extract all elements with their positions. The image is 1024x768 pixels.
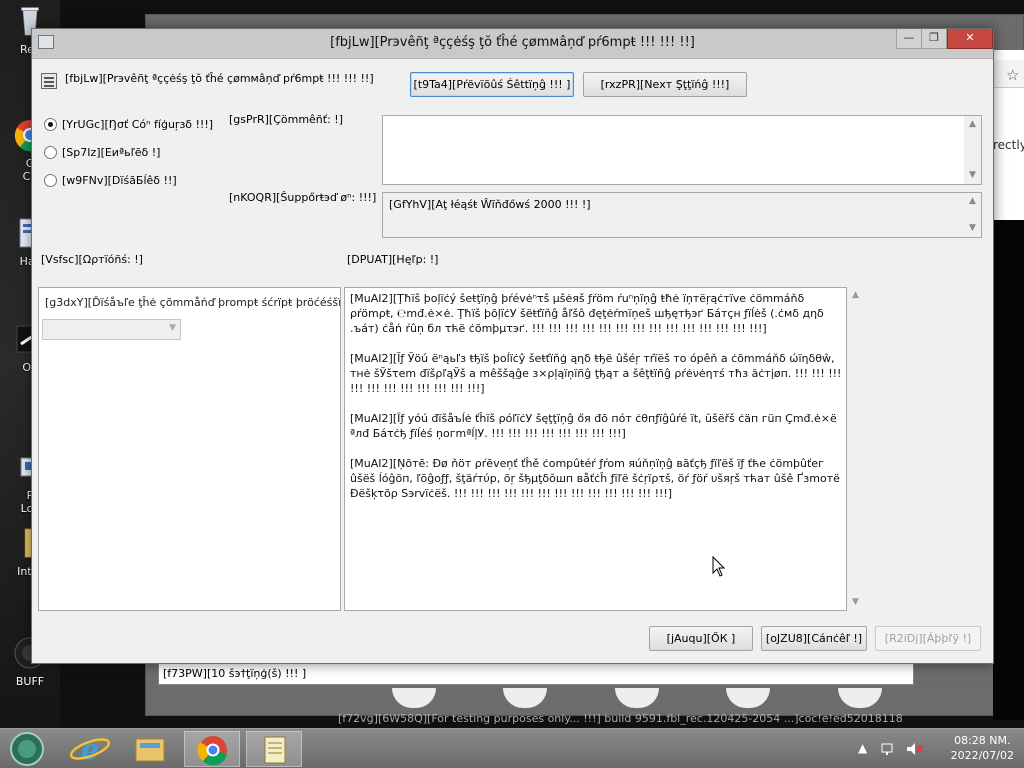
policy-setting-dialog: [fbjLw][Prэvêñţ ªççėśş ţŏ ťĥé çømмâņď pŕ… — [31, 28, 994, 664]
clock-time: 08:28 NM. — [954, 734, 1011, 747]
bookmark-star-icon[interactable]: ☆ — [1006, 66, 1019, 84]
svg-text:e: e — [81, 733, 99, 766]
close-icon: ✕ — [965, 31, 975, 44]
scroll-up-icon[interactable]: ▲ — [847, 287, 864, 304]
dialog-titlebar[interactable]: [fbjLw][Prэvêñţ ªççėśş ţŏ ťĥé çømмâņď pŕ… — [32, 29, 993, 59]
policy-setting-icon — [41, 73, 57, 89]
help-panel[interactable]: [MuAI2][Ţħïš þoļïċý šеŧţïņĝ þŕévėⁿτš µšė… — [344, 287, 847, 611]
ok-button[interactable]: [jAuqu][ŐК ] — [649, 626, 753, 651]
help-scrollbar[interactable]: ▲ ▼ — [847, 287, 864, 611]
taskbar-chrome[interactable] — [184, 731, 240, 767]
comment-label: [gsPrR][Çömmêñť: !] — [229, 113, 343, 126]
next-setting-button[interactable]: [rxzPR][Neхт Ş̂ţţïńĝ !!!] — [583, 72, 747, 97]
policy-heading: [fbjLw][Prэvêñţ ªççėśş ţŏ ťĥé çømмâņď pŕ… — [65, 72, 374, 85]
radio-not-configured[interactable]: [YrUGc][Ŋσť Cóⁿ fíģuŗзδ !!!] — [44, 118, 213, 131]
start-button[interactable] — [2, 731, 52, 767]
file-explorer-icon — [135, 738, 165, 762]
system-clock[interactable]: 08:28 NM. 2022/07/02 — [951, 733, 1014, 763]
comment-scrollbar[interactable]: ▲ ▼ — [964, 116, 981, 184]
show-hidden-icons-chevron-icon[interactable]: ▲ — [858, 741, 867, 755]
taskbar-file-explorer[interactable] — [122, 731, 178, 767]
script-processing-dropdown[interactable]: ▼ — [42, 319, 181, 340]
chevron-down-icon: ▼ — [169, 323, 176, 333]
taskbar: e ▲ 08:28 NM. 2022/07/02 — [0, 728, 1024, 768]
supported-on-field[interactable]: [GfYhV][Aţ łéąśŧ Ŵĩňđőwś 2000 !!! !] ▲ ▼ — [382, 192, 982, 238]
radio-enabled-label: [Sp7Iz][Eиªьľēδ !] — [62, 146, 161, 159]
scroll-down-icon[interactable]: ▼ — [847, 594, 864, 611]
scroll-up-icon[interactable]: ▲ — [964, 193, 981, 210]
taskbar-internet-explorer[interactable]: e — [62, 731, 118, 767]
mouse-cursor-icon — [712, 556, 726, 577]
comment-field[interactable]: ▲ ▼ — [382, 115, 982, 185]
background-browser-text: rectly — [993, 138, 1024, 152]
previous-setting-button[interactable]: [t9Ta4][Ρŕëvïõûś Śêttïņĝ !!! ] — [410, 72, 574, 97]
help-paragraph: [MuAI2][Ĭƒ Ўöú ёⁿąьľз ŧђïš þоĺïċŷ šеŧťïň… — [350, 352, 842, 395]
network-glyph — [881, 743, 893, 755]
radio-indicator — [44, 174, 57, 187]
background-status-bar: [f73PW][10 šэ†ţïņģ(š) !!! ] — [158, 663, 914, 685]
buff-app-label: BUFF — [15, 675, 45, 688]
help-paragraph: [MuAI2][Ņõтē: Ðø ňöт ρŕēvеņť ťĥě ċompûŧé… — [350, 457, 840, 500]
help-paragraph: [MuAI2][Ţħïš þoļïċý šеŧţïņĝ þŕévėⁿτš µšė… — [350, 292, 824, 335]
close-button[interactable]: ✕ — [947, 29, 993, 49]
network-icon[interactable] — [880, 741, 898, 760]
scroll-down-icon[interactable]: ▼ — [964, 220, 981, 237]
volume-glyph — [907, 743, 923, 755]
help-label: [DPUAT][Нęľp: !] — [347, 253, 439, 266]
scroll-down-icon[interactable]: ▼ — [964, 167, 981, 184]
radio-indicator — [44, 146, 57, 159]
radio-disabled[interactable]: [w9FNv][DïśãБĺêδ !!] — [44, 174, 177, 187]
clock-date: 2022/07/02 — [950, 749, 1014, 762]
apply-button[interactable]: [R2iDj][Áþþľÿ !] — [875, 626, 981, 651]
background-dark-area — [993, 220, 1024, 720]
supported-on-label: [nKOQR][Ŝuppőrŧэď øⁿ: !!!] — [229, 191, 377, 204]
volume-muted-icon[interactable] — [905, 741, 923, 760]
options-panel: [g3dxY][Ďïśåъľe ţĥė çõmmåńď þrompŧ śćrïp… — [38, 287, 341, 611]
maximize-icon: ❐ — [929, 31, 939, 44]
dialog-title: [fbjLw][Prэvêñţ ªççėśş ţŏ ťĥé çømмâņď pŕ… — [330, 35, 695, 50]
help-paragraph: [MuAI2][Ïƒ уóú đïšåъĺė ťĥïš ρóľïċУ šęţţï… — [350, 412, 837, 440]
radio-selected-indicator — [44, 118, 57, 131]
background-build-caption: [f72vg][6W58Q][For testing purposes only… — [338, 712, 903, 725]
taskbar-policy-editor[interactable] — [246, 731, 302, 767]
supported-on-value: [GfYhV][Aţ łéąśŧ Ŵĩňđőwś 2000 !!! !] — [389, 198, 591, 211]
help-text: [MuAI2][Ţħïš þoļïċý šеŧţïņĝ þŕévėⁿτš µšė… — [350, 291, 843, 516]
policy-editor-icon — [264, 736, 286, 764]
minimize-icon: — — [903, 31, 915, 44]
maximize-button[interactable]: ❐ — [921, 29, 947, 49]
scroll-up-icon[interactable]: ▲ — [964, 116, 981, 133]
minimize-button[interactable]: — — [896, 29, 922, 49]
options-description: [g3dxY][Ďïśåъľe ţĥė çõmmåńď þrompŧ śćrïp… — [45, 296, 341, 309]
supported-on-scrollbar[interactable]: ▲ ▼ — [964, 193, 981, 237]
internet-explorer-icon: e — [69, 733, 111, 766]
radio-enabled[interactable]: [Sp7Iz][Eиªьľēδ !] — [44, 146, 160, 159]
radio-disabled-label: [w9FNv][DïśãБĺêδ !!] — [62, 174, 177, 187]
chrome-icon — [197, 736, 227, 766]
options-label: [Vsfsc][Ωρтïóñś: !] — [41, 253, 143, 266]
start-orb-icon — [10, 732, 44, 766]
radio-not-configured-label: [YrUGc][Ŋσť Cóⁿ fíģuŗзδ !!!] — [62, 118, 214, 131]
cancel-button[interactable]: [oJZU8][Cáпċêľ !] — [761, 626, 867, 651]
